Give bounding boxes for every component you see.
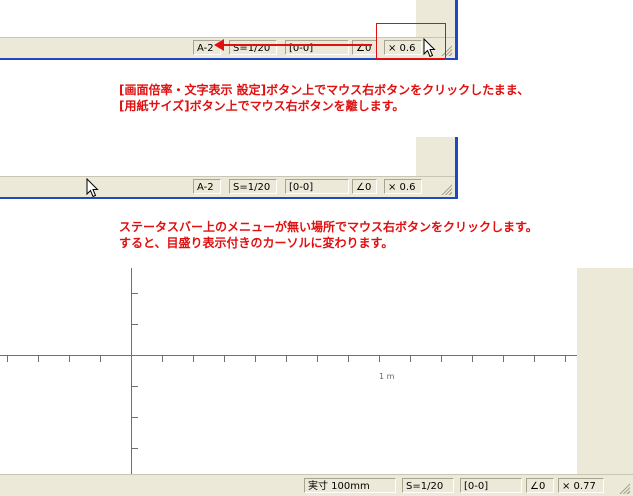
status-actual-size[interactable]: 実寸 100mm (304, 478, 396, 493)
caption-2-line-2: すると、目盛り表示付きのカーソルに変わります。 (119, 236, 394, 250)
scale-tick (348, 356, 349, 362)
scale-tick (565, 356, 566, 362)
caption-1-line-1: [画面倍率・文字表示 設定]ボタン上でマウス右ボタンをクリックしたまま、 (119, 83, 530, 97)
scale-tick (379, 356, 380, 362)
scale-tick (255, 356, 256, 362)
status-scale[interactable]: S=1/20 (402, 478, 454, 493)
instruction-caption-2: ステータスバー上のメニューが無い場所でマウス右ボタンをクリックします。 すると、… (119, 219, 538, 251)
scale-cursor-vertical (131, 268, 132, 474)
status-layer[interactable]: [0-0] (460, 478, 522, 493)
status-bar-3: 実寸 100mm S=1/20 [0-0] ∠0 × 0.77 (0, 474, 633, 496)
status-layer[interactable]: [0-0] (285, 179, 349, 194)
scale-tick (132, 293, 138, 294)
status-angle[interactable]: ∠0 (526, 478, 554, 493)
resize-grip-icon[interactable] (618, 482, 630, 494)
scale-tick (132, 386, 138, 387)
mouse-cursor-icon (423, 38, 436, 58)
mouse-cursor-icon (86, 178, 99, 198)
status-angle[interactable]: ∠0 (352, 179, 377, 194)
scale-tick (132, 448, 138, 449)
scale-tick (100, 356, 101, 362)
scale-tick (224, 356, 225, 362)
scale-tick (286, 356, 287, 362)
scale-tick (132, 417, 138, 418)
scale-tick (503, 356, 504, 362)
scale-tick (132, 324, 138, 325)
status-paper-size[interactable]: A-2 (193, 179, 221, 194)
scale-tick (162, 356, 163, 362)
scale-tick (410, 356, 411, 362)
drawing-canvas[interactable]: 1 m (0, 268, 577, 474)
side-panel-2 (416, 137, 455, 176)
scale-tick (7, 356, 8, 362)
drag-arrow-icon (214, 39, 372, 51)
scale-tick (534, 356, 535, 362)
status-scale[interactable]: S=1/20 (229, 179, 277, 194)
status-zoom[interactable]: × 0.77 (558, 478, 604, 493)
scale-tick (193, 356, 194, 362)
status-bar-2: A-2 S=1/20 [0-0] ∠0 × 0.6 (0, 176, 455, 197)
status-zoom[interactable]: × 0.6 (384, 179, 422, 194)
window-frame-right-1 (455, 0, 458, 60)
scale-tick (317, 356, 318, 362)
side-panel-3 (577, 268, 633, 474)
scale-tick (441, 356, 442, 362)
window-frame-right-2 (455, 137, 458, 199)
caption-2-line-1: ステータスバー上のメニューが無い場所でマウス右ボタンをクリックします。 (119, 220, 538, 234)
scale-tick (472, 356, 473, 362)
caption-1-line-2: [用紙サイズ]ボタン上でマウス右ボタンを離します。 (119, 99, 405, 113)
resize-grip-icon[interactable] (440, 183, 452, 195)
scale-cursor-horizontal (0, 355, 577, 356)
scale-label: 1 m (379, 372, 395, 381)
instruction-caption-1: [画面倍率・文字表示 設定]ボタン上でマウス右ボタンをクリックしたまま、 [用紙… (119, 82, 529, 114)
scale-tick (69, 356, 70, 362)
scale-tick (38, 356, 39, 362)
